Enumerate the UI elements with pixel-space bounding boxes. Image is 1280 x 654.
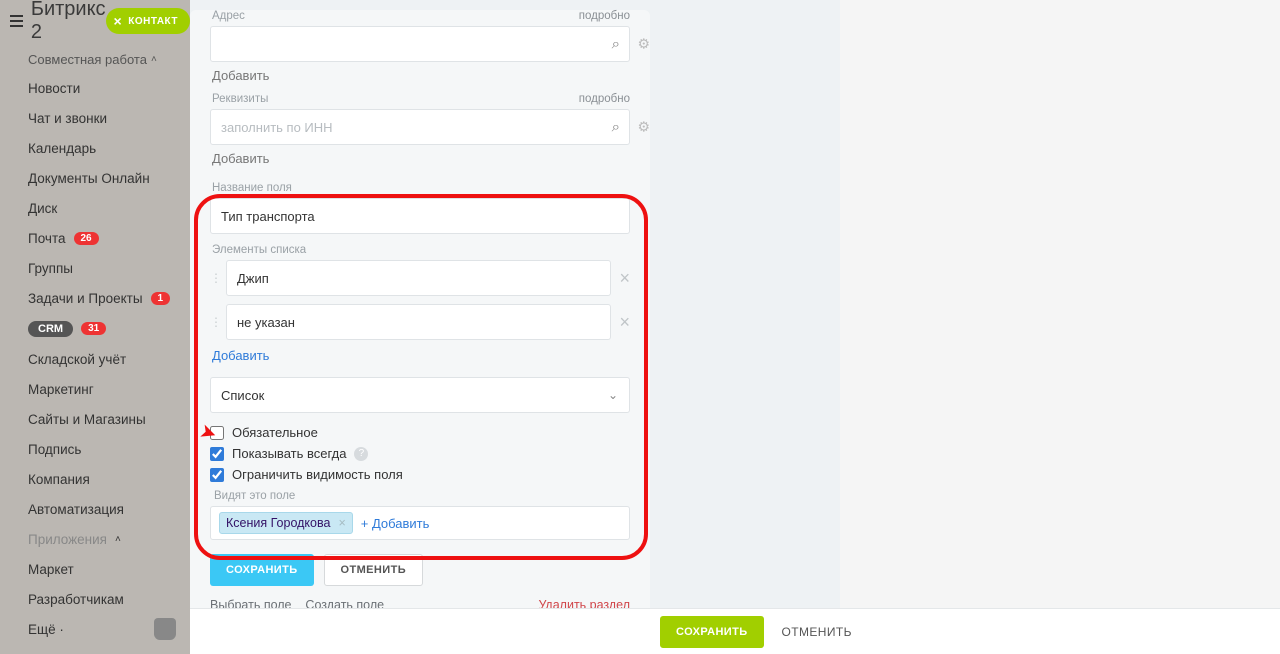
gear-icon[interactable]: ⚙	[637, 119, 650, 136]
remove-listitem-icon[interactable]: ×	[619, 268, 630, 289]
field-label-requisites: Реквизиты подробно	[212, 93, 630, 105]
check-always-show-box[interactable]	[210, 447, 224, 461]
chevron-up-icon: ˄	[151, 54, 157, 65]
sidebar-item[interactable]: Маркет	[0, 554, 190, 584]
check-always-show[interactable]: Показывать всегда ?	[210, 446, 630, 461]
brand-title: Битрикс 2	[31, 0, 106, 44]
sidebar-item-label: Маркетинг	[28, 382, 94, 397]
drag-handle-icon[interactable]: ⋮⋮	[210, 315, 220, 329]
footer-cancel-button[interactable]: ОТМЕНИТЬ	[782, 625, 852, 639]
close-icon[interactable]: ×	[114, 13, 123, 29]
create-field-link[interactable]: Создать поле	[305, 598, 384, 608]
add-requisites-link[interactable]: Добавить	[212, 151, 630, 166]
crm-chip: CRM	[28, 321, 73, 337]
add-visibleto-link[interactable]: + Добавить	[361, 516, 430, 531]
listitem-input[interactable]	[226, 304, 611, 340]
sidebar-item[interactable]: Диск	[0, 193, 190, 223]
remove-listitem-icon[interactable]: ×	[619, 312, 630, 333]
sidebar-item-label: Почта	[28, 231, 66, 246]
sidebar-item[interactable]: Новости	[0, 73, 190, 103]
visibleto-box[interactable]: Ксения Городкова × + Добавить	[210, 506, 630, 540]
sidebar-item-label: Подпись	[28, 442, 81, 457]
help-icon[interactable]: ?	[354, 447, 368, 461]
select-field-link[interactable]: Выбрать поле	[210, 598, 292, 608]
user-tag: Ксения Городкова ×	[219, 512, 353, 534]
sidebar-item[interactable]: Маркетинг	[0, 374, 190, 404]
sidebar-group[interactable]: Совместная работа ˄	[0, 42, 190, 73]
sidebar-item[interactable]: Задачи и Проекты 1	[0, 283, 190, 313]
add-listitem-link[interactable]: Добавить	[212, 348, 630, 363]
listitem-input[interactable]	[226, 260, 611, 296]
sidebar-item[interactable]: Календарь	[0, 133, 190, 163]
sidebar-item[interactable]: Группы	[0, 253, 190, 283]
field-label-listitems: Элементы списка	[212, 244, 630, 256]
sidebar-item-label: Задачи и Проекты	[28, 291, 143, 306]
sidebar-item[interactable]: Сайты и Магазины	[0, 404, 190, 434]
form-scroll[interactable]: Адрес подробно ⌕ ⚙ Добавить Реквизиты по…	[190, 0, 840, 608]
sidebar-item-label: Разработчикам	[28, 592, 124, 607]
sidebar-item[interactable]: Документы Онлайн	[0, 163, 190, 193]
sidebar-item[interactable]: Разработчикам	[0, 584, 190, 614]
form-card: Адрес подробно ⌕ ⚙ Добавить Реквизиты по…	[190, 10, 650, 608]
sidebar-item-label: Приложения	[28, 532, 107, 547]
footer-save-button[interactable]: СОХРАНИТЬ	[660, 616, 764, 648]
sidebar-item-label: Сайты и Магазины	[28, 412, 146, 427]
visibleto-label: Видят это поле	[214, 490, 630, 502]
sidebar-item[interactable]: Почта 26	[0, 223, 190, 253]
sidebar-item-label: Новости	[28, 81, 80, 96]
sidebar-item[interactable]: CRM 31	[0, 313, 190, 344]
field-label-address: Адрес подробно	[212, 10, 630, 22]
check-restrict-visibility[interactable]: Ограничить видимость поля	[210, 467, 630, 482]
field-label-fieldname: Название поля	[212, 182, 630, 194]
sidebar-item-label: Чат и звонки	[28, 111, 107, 126]
link-details[interactable]: подробно	[579, 10, 630, 22]
sidebar-item[interactable]: Компания	[0, 464, 190, 494]
address-input[interactable]	[210, 26, 630, 62]
add-address-link[interactable]: Добавить	[212, 68, 630, 83]
fieldtype-select[interactable]	[210, 377, 630, 413]
sidebar-item[interactable]: Складской учёт	[0, 344, 190, 374]
sidebar-item[interactable]: Приложения ˄	[0, 524, 190, 554]
sidebar-item-label: Ещё ·	[28, 622, 64, 637]
sidebar-item-label: Автоматизация	[28, 502, 124, 517]
sidebar-item-label: Диск	[28, 201, 57, 216]
sidebar-item[interactable]: Автоматизация	[0, 494, 190, 524]
save-field-button[interactable]: СОХРАНИТЬ	[210, 554, 314, 586]
requisites-input[interactable]	[210, 109, 630, 145]
pill-label: КОНТАКТ	[128, 16, 178, 27]
badge: 1	[151, 292, 171, 305]
badge: 26	[74, 232, 99, 245]
list-item: ⋮⋮ ×	[210, 304, 630, 340]
sidebar: Битрикс 2 × КОНТАКТ Совместная работа ˄ …	[0, 0, 190, 654]
contact-pill[interactable]: × КОНТАКТ	[106, 8, 190, 34]
sidebar-item[interactable]: Чат и звонки	[0, 103, 190, 133]
cancel-field-button[interactable]: ОТМЕНИТЬ	[324, 554, 423, 586]
badge: 31	[81, 322, 106, 335]
sidebar-item-label: Маркет	[28, 562, 74, 577]
list-item: ⋮⋮ ×	[210, 260, 630, 296]
gear-icon[interactable]: ⚙	[637, 36, 650, 53]
sidebar-item-label: Компания	[28, 472, 90, 487]
sidebar-item[interactable]: Подпись	[0, 434, 190, 464]
sidebar-item-label: Группы	[28, 261, 73, 276]
disk-indicator-icon[interactable]	[154, 618, 176, 640]
check-required[interactable]: Обязательное	[210, 425, 630, 440]
fieldname-input[interactable]	[210, 198, 630, 234]
remove-tag-icon[interactable]: ×	[338, 516, 345, 530]
drag-handle-icon[interactable]: ⋮⋮	[210, 271, 220, 285]
check-restrict-box[interactable]	[210, 468, 224, 482]
sidebar-item-label: Документы Онлайн	[28, 171, 150, 186]
sidebar-item-label: Складской учёт	[28, 352, 126, 367]
delete-section-link[interactable]: Удалить раздел	[538, 598, 630, 608]
hamburger-icon[interactable]	[10, 15, 23, 27]
sidebar-nav: Новости Чат и звонки Календарь Документы Он…	[0, 73, 190, 644]
sidebar-item-label: Календарь	[28, 141, 96, 156]
footer-bar: СОХРАНИТЬ ОТМЕНИТЬ	[190, 608, 1280, 654]
link-details[interactable]: подробно	[579, 93, 630, 105]
main-area: Адрес подробно ⌕ ⚙ Добавить Реквизиты по…	[190, 0, 1280, 654]
